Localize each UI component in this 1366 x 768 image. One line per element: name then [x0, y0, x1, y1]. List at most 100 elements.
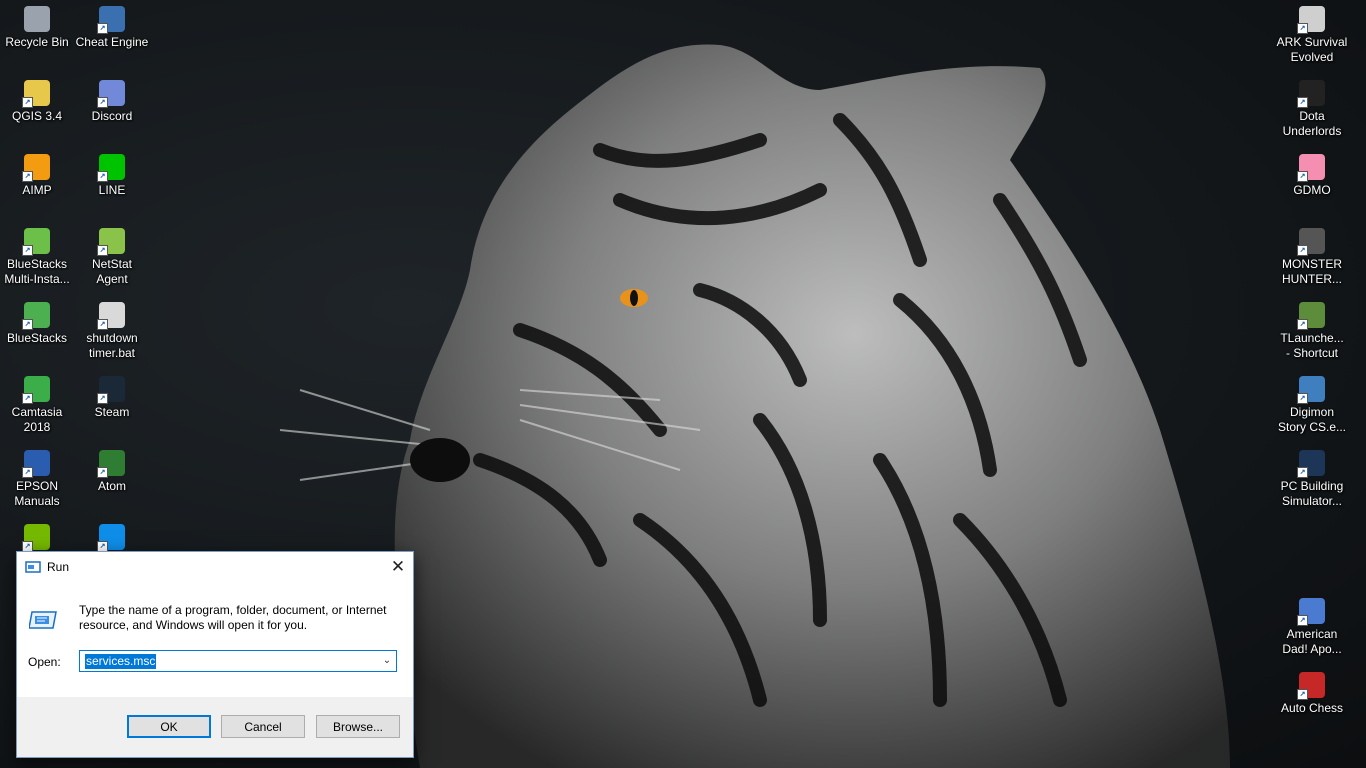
desktop-shortcut-label: Auto Chess: [1280, 701, 1344, 715]
run-dialog-titlebar[interactable]: Run ✕: [17, 552, 413, 582]
open-combobox[interactable]: services.msc ⌄: [79, 650, 397, 672]
epson-manuals-icon: ↗: [22, 450, 50, 478]
desktop-shortcut-label: Digimon Story CS.e...: [1277, 405, 1347, 434]
desktop-shortcut[interactable]: ↗ AIMP: [0, 154, 75, 198]
desktop-shortcut[interactable]: ↗ American Dad! Apo...: [1274, 598, 1350, 657]
desktop-shortcut-label: PC Building Simulator...: [1280, 479, 1344, 508]
shortcut-arrow-icon: ↗: [1297, 393, 1308, 404]
shortcut-arrow-icon: ↗: [1297, 171, 1308, 182]
shortcut-arrow-icon: ↗: [97, 245, 108, 256]
bat-file-icon: ↗: [97, 302, 125, 330]
shortcut-arrow-icon: ↗: [97, 23, 108, 34]
qgis-icon: ↗: [22, 80, 50, 108]
cheat-engine-icon: ↗: [97, 6, 125, 34]
close-button[interactable]: ✕: [383, 552, 413, 582]
line-icon: ↗: [97, 154, 125, 182]
desktop-shortcut[interactable]: ↗: [0, 524, 75, 553]
desktop-shortcut[interactable]: ↗ LINE: [74, 154, 150, 198]
ark-survival-icon: ↗: [1297, 6, 1325, 34]
desktop-shortcut[interactable]: ↗ GDMO: [1274, 154, 1350, 198]
desktop-shortcut-label: GDMO: [1293, 183, 1331, 197]
chevron-down-icon[interactable]: ⌄: [381, 654, 393, 668]
desktop-shortcut[interactable]: ↗ Camtasia 2018: [0, 376, 75, 435]
teamviewer-icon: ↗: [97, 524, 125, 552]
shortcut-arrow-icon: ↗: [97, 97, 108, 108]
desktop-shortcut[interactable]: ↗ QGIS 3.4: [0, 80, 75, 124]
cancel-button[interactable]: Cancel: [221, 715, 305, 738]
desktop-shortcut-label: Camtasia 2018: [11, 405, 63, 434]
desktop-shortcut[interactable]: Recycle Bin: [0, 6, 75, 50]
run-dialog-body: Type the name of a program, folder, docu…: [17, 582, 413, 697]
discord-icon: ↗: [97, 80, 125, 108]
desktop-shortcut-label: TLaunche... - Shortcut: [1280, 331, 1344, 360]
shortcut-arrow-icon: ↗: [22, 97, 33, 108]
button-row: OK Cancel Browse...: [17, 697, 413, 757]
desktop-shortcut-label: Discord: [91, 109, 133, 123]
desktop-shortcut[interactable]: ↗ shutdown timer.bat: [74, 302, 150, 361]
run-dialog: Run ✕ Type the name of a program, folder…: [16, 551, 414, 758]
shortcut-arrow-icon: ↗: [97, 393, 108, 404]
atom-icon: ↗: [97, 450, 125, 478]
steam-icon: ↗: [97, 376, 125, 404]
shortcut-arrow-icon: ↗: [22, 171, 33, 182]
recycle-bin-icon: [24, 6, 50, 32]
desktop-shortcut[interactable]: ↗ BlueStacks Multi-Insta...: [0, 228, 75, 287]
desktop-shortcut[interactable]: ↗ Cheat Engine: [74, 6, 150, 50]
desktop-shortcut-label: Recycle Bin: [5, 35, 69, 49]
run-dialog-title: Run: [47, 560, 70, 574]
ok-button[interactable]: OK: [127, 715, 211, 738]
desktop-shortcut[interactable]: ↗ EPSON Manuals: [0, 450, 75, 509]
desktop-shortcut-label: ARK Survival Evolved: [1276, 35, 1348, 64]
open-input[interactable]: services.msc: [85, 654, 157, 669]
desktop-shortcut[interactable]: ↗ Discord: [74, 80, 150, 124]
run-dialog-description: Type the name of a program, folder, docu…: [79, 603, 387, 632]
tlauncher-icon: ↗: [1297, 302, 1325, 330]
gdmo-icon: ↗: [1297, 154, 1325, 182]
run-program-icon: [29, 611, 57, 629]
desktop-shortcut[interactable]: ↗ TLaunche... - Shortcut: [1274, 302, 1350, 361]
desktop-shortcut[interactable]: ↗ Steam: [74, 376, 150, 420]
desktop-shortcut[interactable]: ↗ Auto Chess: [1274, 672, 1350, 716]
desktop-shortcut-label: Steam: [94, 405, 130, 419]
monster-hunter-icon: ↗: [1297, 228, 1325, 256]
desktop-shortcut-label: QGIS 3.4: [11, 109, 63, 123]
desktop-shortcut[interactable]: ↗ PC Building Simulator...: [1274, 450, 1350, 509]
desktop-shortcut-label: MONSTER HUNTER...: [1282, 257, 1342, 286]
desktop-shortcut-label: NetStat Agent: [91, 257, 133, 286]
shortcut-arrow-icon: ↗: [1297, 319, 1308, 330]
shortcut-arrow-icon: ↗: [22, 245, 33, 256]
desktop-shortcut-label: Cheat Engine: [75, 35, 149, 49]
shortcut-arrow-icon: ↗: [1297, 467, 1308, 478]
desktop-shortcut-label: EPSON Manuals: [14, 479, 60, 508]
shortcut-arrow-icon: ↗: [97, 319, 108, 330]
camtasia-icon: ↗: [22, 376, 50, 404]
shortcut-arrow-icon: ↗: [1297, 689, 1308, 700]
desktop-shortcut-label: LINE: [98, 183, 126, 197]
desktop-shortcut-label: Dota Underlords: [1282, 109, 1342, 138]
browse-button[interactable]: Browse...: [316, 715, 400, 738]
desktop-shortcut-label: AIMP: [22, 183, 52, 197]
desktop-shortcut[interactable]: ↗ Dota Underlords: [1274, 80, 1350, 139]
open-label: Open:: [28, 655, 61, 669]
desktop-shortcut-label: shutdown timer.bat: [86, 331, 138, 360]
desktop-shortcut[interactable]: ↗: [74, 524, 150, 553]
auto-chess-icon: ↗: [1297, 672, 1325, 700]
desktop-shortcut[interactable]: ↗ MONSTER HUNTER...: [1274, 228, 1350, 287]
desktop-shortcut[interactable]: ↗ Digimon Story CS.e...: [1274, 376, 1350, 435]
desktop-shortcut[interactable]: ↗ NetStat Agent: [74, 228, 150, 287]
shortcut-arrow-icon: ↗: [1297, 245, 1308, 256]
american-dad-icon: ↗: [1297, 598, 1325, 626]
bluestacks-icon: ↗: [22, 302, 50, 330]
desktop-shortcut[interactable]: ↗ BlueStacks: [0, 302, 75, 346]
bluestacks-multi-instance-icon: ↗: [22, 228, 50, 256]
desktop-shortcut-label: Atom: [97, 479, 126, 493]
shortcut-arrow-icon: ↗: [1297, 615, 1308, 626]
dota-underlords-icon: ↗: [1297, 80, 1325, 108]
digimon-icon: ↗: [1297, 376, 1325, 404]
desktop-shortcut[interactable]: ↗ ARK Survival Evolved: [1274, 6, 1350, 65]
shortcut-arrow-icon: ↗: [22, 393, 33, 404]
desktop-shortcut-label: BlueStacks Multi-Insta...: [4, 257, 70, 286]
desktop-shortcut[interactable]: ↗ Atom: [74, 450, 150, 494]
pc-building-simulator-icon: ↗: [1297, 450, 1325, 478]
close-icon: ✕: [390, 557, 406, 576]
